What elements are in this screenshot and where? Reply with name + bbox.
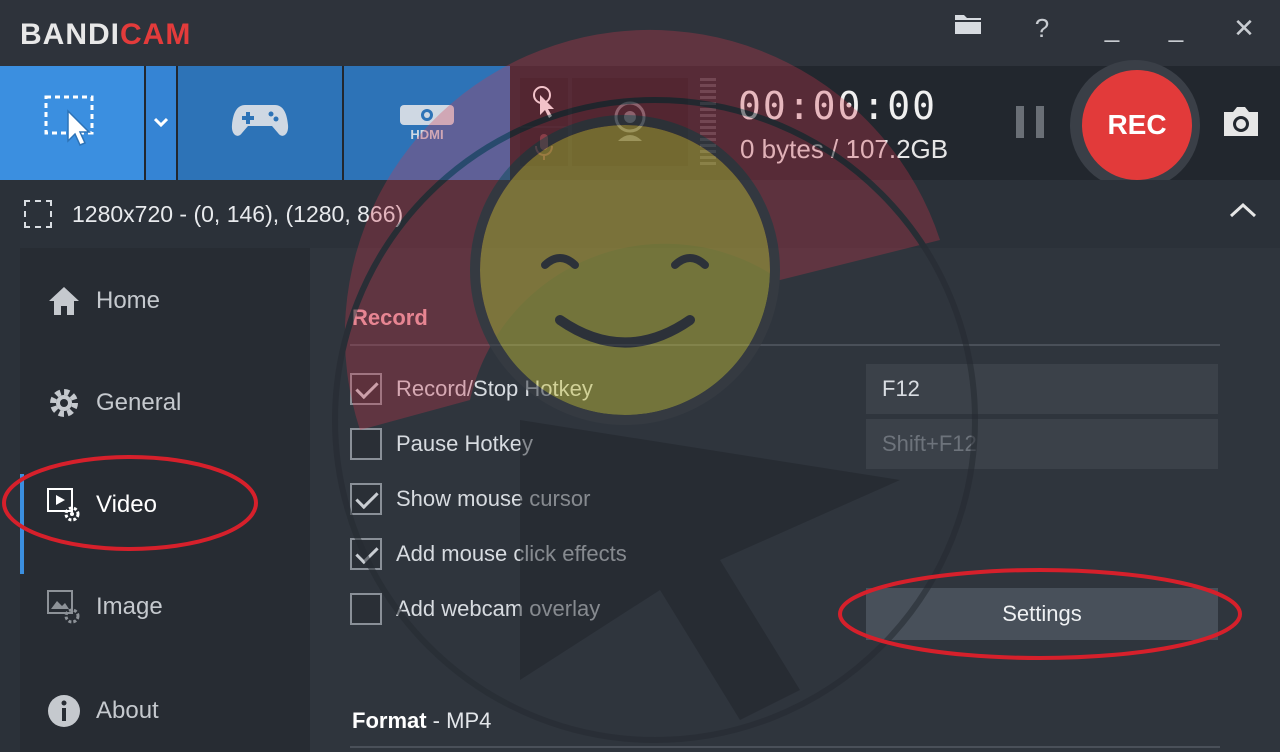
logo-text-bandi: BANDI: [20, 18, 120, 51]
rectangle-cursor-icon: [42, 93, 102, 154]
sidebar-item-general[interactable]: General: [20, 368, 310, 438]
format-value: - MP4: [426, 708, 492, 733]
record-section-title: Record: [352, 305, 428, 330]
mode-dropdown-button[interactable]: [146, 66, 176, 180]
hdmi-icon: HDMI: [398, 101, 456, 146]
format-label: Format: [352, 708, 427, 733]
image-settings-icon: [46, 589, 82, 625]
info-icon: [46, 693, 82, 729]
gamepad-icon: [231, 101, 289, 146]
title-bar: BANDICAM ? _ _ ✕: [0, 0, 1280, 66]
help-button[interactable]: ?: [1022, 10, 1062, 46]
video-settings-icon: [46, 487, 82, 523]
sidebar-item-label: About: [96, 697, 159, 724]
sidebar-item-about[interactable]: About: [20, 676, 310, 746]
format-section-title: Format - MP4: [352, 708, 491, 734]
cursor-effect-icon[interactable]: [520, 78, 568, 126]
pause-icon: [1016, 106, 1024, 138]
record-stop-hotkey-checkbox[interactable]: Record/Stop Hotkey: [350, 369, 593, 409]
sidebar-item-label: Home: [96, 287, 161, 314]
record-hotkey-field[interactable]: F12: [866, 364, 1218, 414]
folder-icon[interactable]: [948, 10, 988, 46]
webcam-icon[interactable]: [572, 78, 688, 166]
chevron-down-icon: [153, 114, 169, 132]
mouse-click-effects-checkbox[interactable]: Add mouse click effects: [350, 534, 627, 574]
sidebar-item-home[interactable]: Home: [20, 266, 310, 336]
checkbox-label: Record/Stop Hotkey: [396, 376, 593, 401]
webcam-overlay-checkbox[interactable]: Add webcam overlay: [350, 589, 600, 629]
checkbox-label: Show mouse cursor: [396, 486, 591, 511]
gear-icon: [46, 385, 82, 421]
chevron-up-icon: [1228, 202, 1258, 224]
minimize-small-button[interactable]: _: [1092, 10, 1132, 46]
sidebar-item-label: General: [96, 389, 182, 416]
device-mode-button[interactable]: HDMI: [344, 66, 510, 180]
pause-button[interactable]: [1010, 106, 1054, 142]
checkbox[interactable]: [350, 538, 382, 570]
camera-icon[interactable]: [1220, 104, 1264, 144]
checkbox[interactable]: [350, 428, 382, 460]
audio-level-meter: [700, 78, 716, 166]
minimize-button[interactable]: _: [1156, 10, 1196, 46]
divider: [350, 344, 1220, 346]
pause-hotkey-checkbox[interactable]: Pause Hotkey: [350, 424, 533, 464]
sidebar-item-image[interactable]: Image: [20, 572, 310, 642]
home-icon: [46, 283, 82, 319]
checkbox[interactable]: [350, 593, 382, 625]
svg-text:HDMI: HDMI: [410, 127, 443, 141]
checkbox-label: Add webcam overlay: [396, 596, 601, 621]
show-mouse-cursor-checkbox[interactable]: Show mouse cursor: [350, 479, 590, 519]
sidebar-item-label: Image: [96, 593, 163, 620]
cursor-settings-button[interactable]: Settings: [866, 588, 1218, 640]
recording-timer: 00:00:00: [738, 84, 938, 128]
screen-rectangle-mode-button[interactable]: [0, 66, 144, 180]
checkbox[interactable]: [350, 373, 382, 405]
collapse-button[interactable]: [1228, 200, 1260, 228]
game-mode-button[interactable]: [178, 66, 342, 180]
sidebar-item-video[interactable]: Video: [20, 470, 310, 574]
region-coordinates: 1280x720 - (0, 146), (1280, 866): [72, 201, 404, 227]
close-button[interactable]: ✕: [1224, 10, 1264, 46]
sidebar-item-label: Video: [96, 491, 157, 518]
checkbox-label: Add mouse click effects: [396, 541, 627, 566]
checkbox-label: Pause Hotkey: [396, 431, 533, 456]
app-logo: BANDICAM: [20, 18, 191, 52]
pause-hotkey-field[interactable]: Shift+F12: [866, 419, 1218, 469]
divider: [350, 746, 1220, 748]
recording-size: 0 bytes / 107.2GB: [740, 134, 949, 164]
region-icon: [24, 200, 52, 228]
logo-text-cam: CAM: [120, 18, 192, 51]
rec-button[interactable]: REC: [1082, 70, 1192, 180]
checkbox[interactable]: [350, 483, 382, 515]
microphone-icon[interactable]: [520, 128, 568, 166]
